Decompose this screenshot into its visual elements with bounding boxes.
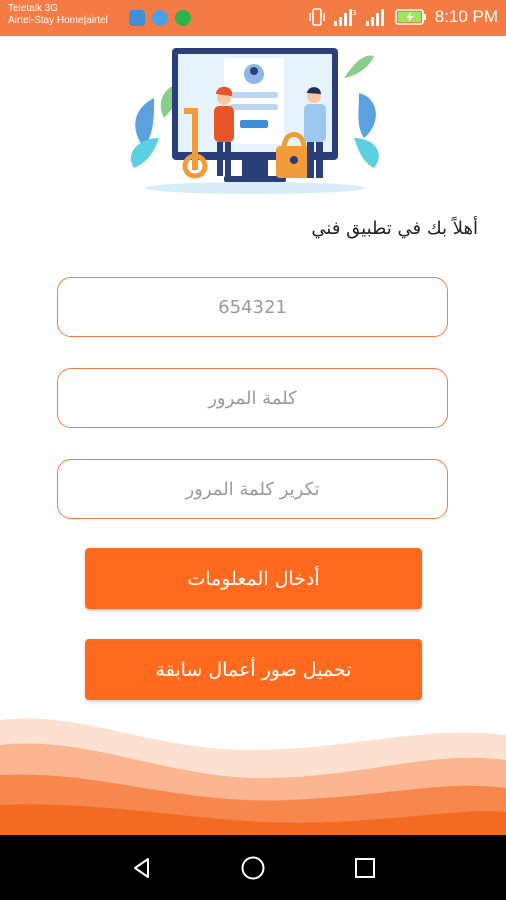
recents-button[interactable] <box>348 851 382 885</box>
back-icon <box>134 858 149 878</box>
signal-icon <box>365 9 384 26</box>
message-icon <box>152 10 168 26</box>
carrier-info: Teletalk 3G Airtel-Stay Home|airtel <box>8 3 108 27</box>
phone-input[interactable] <box>75 295 430 319</box>
notification-icons <box>129 10 191 26</box>
carrier-line-1: Teletalk 3G <box>8 3 59 14</box>
do-not-disturb-icon <box>175 10 191 26</box>
confirm-password-input[interactable] <box>75 477 430 501</box>
vibrate-icon <box>308 8 325 26</box>
decorative-waves <box>0 718 506 835</box>
password-field[interactable] <box>57 368 448 428</box>
svg-text:3G: 3G <box>352 9 357 17</box>
status-icons: 3G 8:10 PM <box>308 7 498 27</box>
submit-info-label: أدخال المعلومات <box>187 567 320 590</box>
submit-info-button[interactable]: أدخال المعلومات <box>85 548 422 609</box>
upload-previous-work-button[interactable]: تحميل صور أعمال سابقة <box>85 639 422 700</box>
home-button[interactable] <box>236 851 270 885</box>
login-illustration <box>130 48 379 194</box>
navigation-bar <box>0 835 506 900</box>
recents-icon <box>355 858 375 878</box>
home-icon <box>241 856 265 880</box>
back-button[interactable] <box>125 851 159 885</box>
confirm-password-field[interactable] <box>57 459 448 519</box>
password-input[interactable] <box>75 386 430 410</box>
sim-app-icon <box>129 10 145 26</box>
clock: 8:10 PM <box>434 7 498 26</box>
upload-previous-work-label: تحميل صور أعمال سابقة <box>155 658 352 681</box>
welcome-text: أهلاً بك في تطبيق فني <box>311 218 478 239</box>
battery-charging-icon <box>394 9 426 25</box>
phone-field[interactable] <box>57 277 448 337</box>
carrier-line-2: Airtel-Stay Home|airtel <box>8 15 108 26</box>
status-bar: Teletalk 3G Airtel-Stay Home|airtel 3G 8… <box>0 0 506 36</box>
signal-icon: 3G <box>333 9 357 26</box>
